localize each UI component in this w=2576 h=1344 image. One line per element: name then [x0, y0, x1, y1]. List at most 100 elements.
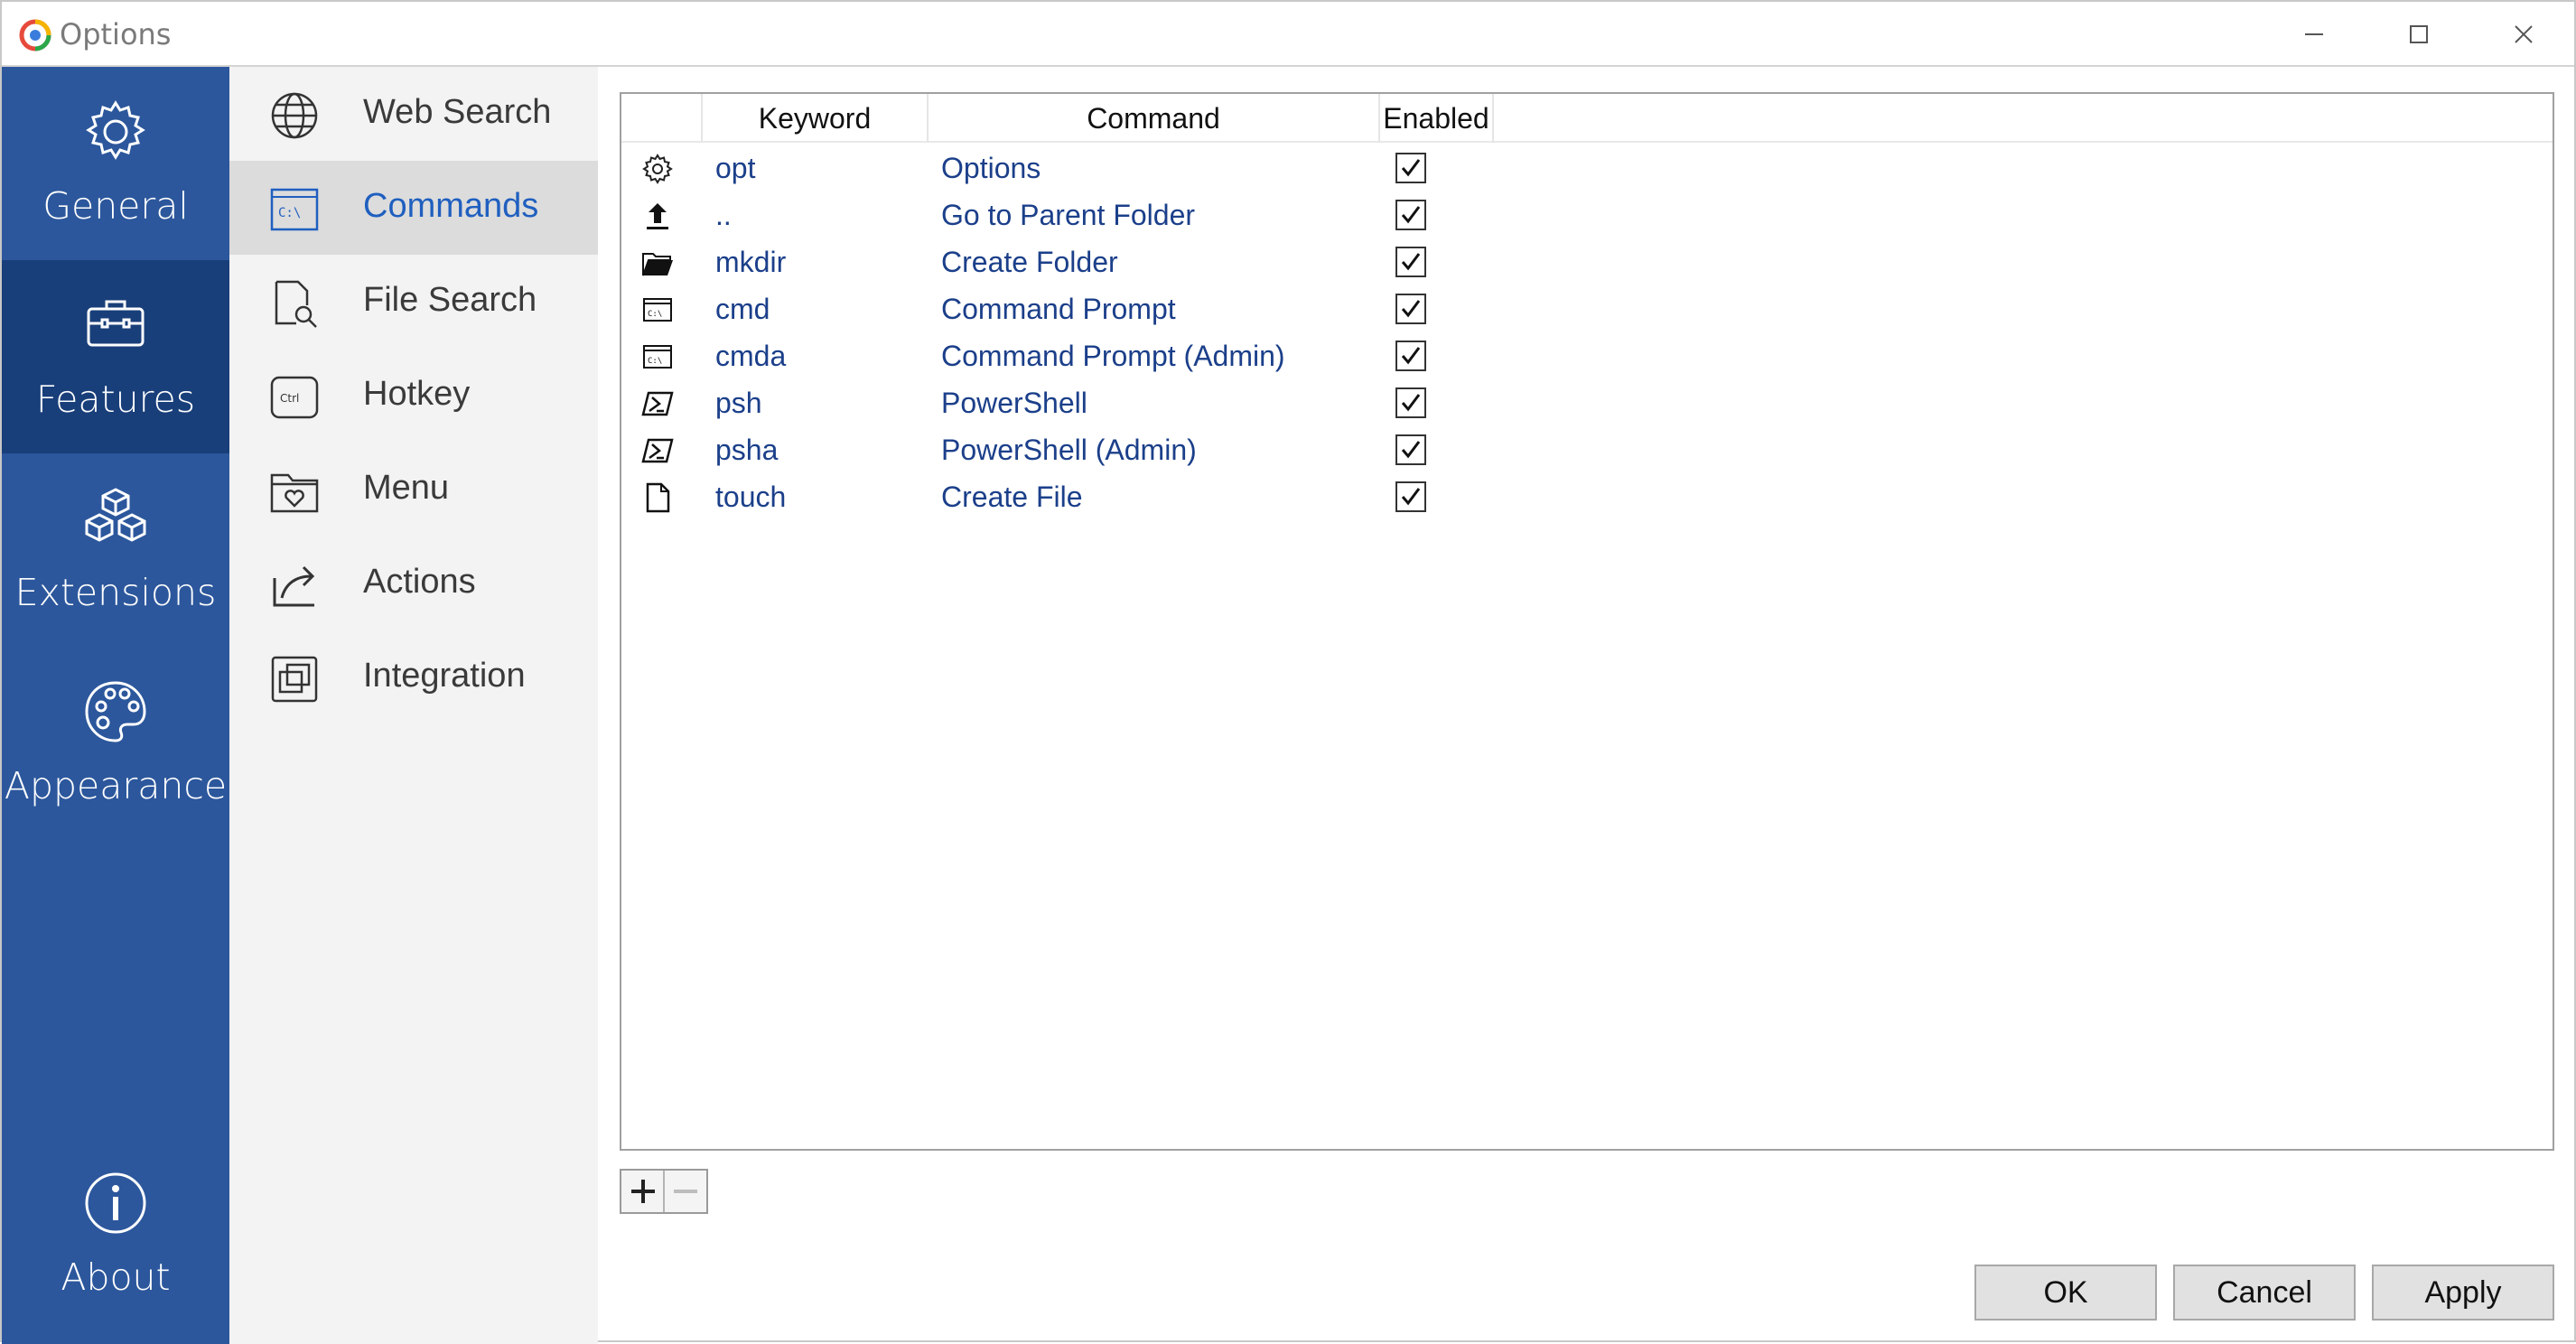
- ctrl-key-icon: Ctrl: [270, 376, 319, 419]
- table-row[interactable]: touch Create File: [621, 473, 2553, 520]
- svg-text:C:\: C:\: [648, 310, 662, 319]
- minimize-icon: [2305, 33, 2323, 35]
- gear-icon: [642, 154, 673, 184]
- rail-item-features[interactable]: Features: [2, 260, 229, 453]
- keyword-cell: psh: [715, 387, 762, 419]
- table-row[interactable]: C:\ cmd Command Prompt: [621, 285, 2553, 332]
- rail-item-general[interactable]: General: [2, 67, 229, 260]
- cubes-icon: [85, 488, 146, 542]
- command-prompt-icon: C:\: [270, 188, 319, 231]
- enabled-checkbox[interactable]: [1395, 294, 1426, 324]
- commands-table[interactable]: Keyword Command Enabled opt Options .. G…: [620, 92, 2554, 1151]
- close-icon: [2515, 25, 2533, 43]
- enabled-checkbox[interactable]: [1395, 434, 1426, 465]
- subnav-item-label: File Search: [363, 281, 537, 319]
- add-remove-control: [620, 1169, 708, 1214]
- file-icon: [646, 482, 670, 513]
- keyword-cell: mkdir: [715, 246, 787, 278]
- enabled-checkbox[interactable]: [1395, 387, 1426, 418]
- enabled-checkbox[interactable]: [1395, 200, 1426, 230]
- command-cell: Go to Parent Folder: [941, 199, 1196, 231]
- column-header-enabled[interactable]: Enabled: [1380, 94, 1494, 143]
- enabled-checkbox[interactable]: [1395, 153, 1426, 183]
- table-row[interactable]: psha PowerShell (Admin): [621, 426, 2553, 473]
- add-command-button[interactable]: [621, 1171, 665, 1212]
- command-cell: PowerShell (Admin): [941, 434, 1197, 466]
- rail-item-label: Extensions: [14, 571, 217, 614]
- maximize-icon: [2410, 25, 2428, 43]
- open-folder-icon: [642, 253, 673, 276]
- command-cell: Command Prompt: [941, 293, 1176, 325]
- checkmark-icon: [1401, 253, 1421, 271]
- cmd-icon: C:\: [643, 345, 672, 369]
- enabled-checkbox[interactable]: [1395, 341, 1426, 371]
- rail-item-appearance[interactable]: Appearance: [2, 647, 229, 840]
- upload-arrow-icon: [647, 203, 668, 229]
- table-row[interactable]: psh PowerShell: [621, 379, 2553, 426]
- checkmark-icon: [1401, 159, 1421, 177]
- table-header: Keyword Command Enabled: [621, 94, 2553, 143]
- powershell-icon: [641, 391, 674, 416]
- subnav-item-hotkey[interactable]: Ctrl Hotkey: [229, 349, 598, 443]
- command-cell: PowerShell: [941, 387, 1087, 419]
- globe-icon: [271, 92, 318, 139]
- subnav-item-integration[interactable]: Integration: [229, 630, 598, 724]
- checkmark-icon: [1401, 441, 1421, 459]
- ok-button[interactable]: OK: [1974, 1265, 2157, 1321]
- info-icon: [85, 1172, 146, 1234]
- options-window: Options General Features Extensions Appe…: [0, 0, 2576, 1344]
- close-button[interactable]: [2471, 2, 2576, 67]
- subnav-item-label: Actions: [363, 563, 476, 601]
- table-row[interactable]: .. Go to Parent Folder: [621, 191, 2553, 238]
- remove-command-button[interactable]: [665, 1171, 706, 1212]
- column-header-icon[interactable]: [621, 94, 703, 143]
- palette-icon: [85, 681, 146, 742]
- enabled-checkbox[interactable]: [1395, 481, 1426, 512]
- maximize-button[interactable]: [2366, 2, 2471, 67]
- subnav-item-commands[interactable]: C:\ Commands: [229, 161, 598, 255]
- command-cell: Create Folder: [941, 246, 1118, 278]
- rail-item-about[interactable]: About: [2, 1138, 229, 1331]
- subnav-item-file-search[interactable]: File Search: [229, 255, 598, 349]
- subnav-item-web-search[interactable]: Web Search: [229, 67, 598, 161]
- category-rail: General Features Extensions Appearance A…: [2, 67, 229, 1344]
- title-bar: Options: [2, 2, 2574, 67]
- apply-button[interactable]: Apply: [2372, 1265, 2554, 1321]
- rail-item-label: About: [61, 1255, 171, 1299]
- rail-item-extensions[interactable]: Extensions: [2, 453, 229, 647]
- column-header-command[interactable]: Command: [929, 94, 1380, 143]
- keyword-cell: cmda: [715, 340, 787, 372]
- column-header-keyword[interactable]: Keyword: [703, 94, 929, 143]
- table-row[interactable]: C:\ cmda Command Prompt (Admin): [621, 332, 2553, 379]
- subnav-item-label: Commands: [363, 187, 539, 225]
- app-logo-icon: [19, 19, 51, 51]
- table-row[interactable]: opt Options: [621, 145, 2553, 191]
- keyword-cell: ..: [715, 199, 732, 231]
- subnav-item-label: Integration: [363, 657, 526, 695]
- plus-icon: [631, 1180, 655, 1203]
- minimize-button[interactable]: [2262, 2, 2366, 67]
- enabled-checkbox[interactable]: [1395, 247, 1426, 277]
- keyword-cell: touch: [715, 481, 787, 513]
- checkmark-icon: [1401, 206, 1421, 224]
- rail-item-label: General: [42, 184, 189, 228]
- command-cell: Create File: [941, 481, 1083, 513]
- checkmark-icon: [1401, 300, 1421, 318]
- subnav-item-actions[interactable]: Actions: [229, 537, 598, 630]
- subnav-item-label: Web Search: [363, 93, 552, 131]
- command-cell: Command Prompt (Admin): [941, 340, 1285, 372]
- subnav-item-menu[interactable]: Menu: [229, 443, 598, 537]
- toolbox-icon: [87, 300, 145, 347]
- rail-item-label: Features: [35, 378, 196, 421]
- share-arrow-icon: [273, 565, 315, 607]
- table-row[interactable]: mkdir Create Folder: [621, 238, 2553, 285]
- svg-text:C:\: C:\: [278, 206, 301, 220]
- cancel-button[interactable]: Cancel: [2173, 1265, 2356, 1321]
- checkmark-icon: [1401, 394, 1421, 412]
- keyword-cell: cmd: [715, 293, 770, 325]
- svg-text:C:\: C:\: [648, 357, 662, 366]
- minus-icon: [674, 1190, 697, 1193]
- command-cell: Options: [941, 152, 1041, 184]
- checkmark-icon: [1401, 488, 1421, 506]
- powershell-icon: [641, 438, 674, 463]
